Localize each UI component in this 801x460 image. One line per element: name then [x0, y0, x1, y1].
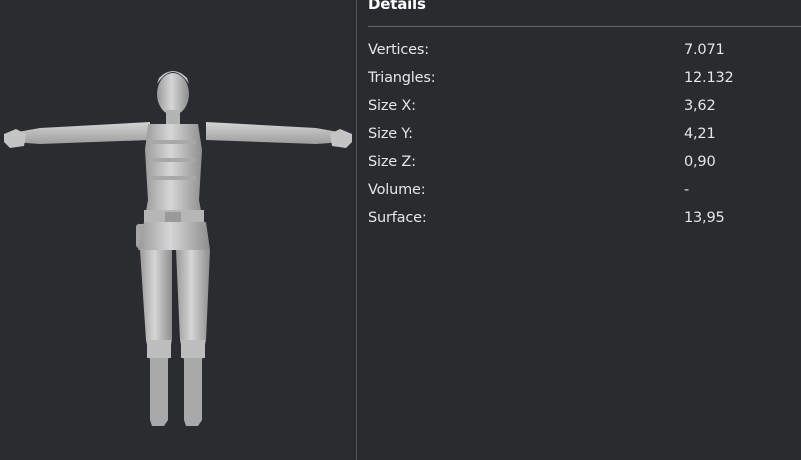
stat-value: 13,95: [684, 210, 725, 226]
stat-label: Triangles:: [368, 70, 436, 86]
stat-label: Size Z:: [368, 154, 416, 170]
details-title: Details: [368, 0, 426, 13]
stat-row-size-x: Size X: 3,62: [368, 98, 788, 118]
stat-value: -: [684, 182, 690, 198]
stat-value: 4,21: [684, 126, 716, 142]
t-pose-figure: [4, 71, 352, 426]
stat-label: Vertices:: [368, 42, 429, 58]
stat-row-size-z: Size Z: 0,90: [368, 154, 788, 174]
stat-value: 3,62: [684, 98, 716, 114]
3d-model-preview: [4, 71, 352, 426]
stat-label: Volume:: [368, 182, 426, 198]
stat-row-vertices: Vertices: 7.071: [368, 42, 788, 62]
model-viewport[interactable]: [0, 0, 356, 460]
stat-row-triangles: Triangles: 12.132: [368, 70, 788, 90]
stat-label: Surface:: [368, 210, 427, 226]
stat-label: Size Y:: [368, 126, 413, 142]
stat-value: 12.132: [684, 70, 734, 86]
stat-row-volume: Volume: -: [368, 182, 788, 202]
details-separator: [368, 26, 801, 27]
details-panel: Details Vertices: 7.071 Triangles: 12.13…: [357, 0, 801, 460]
stat-value: 7.071: [684, 42, 725, 58]
stat-label: Size X:: [368, 98, 416, 114]
stat-value: 0,90: [684, 154, 716, 170]
stat-row-surface: Surface: 13,95: [368, 210, 788, 230]
model-info-panel: Details Vertices: 7.071 Triangles: 12.13…: [0, 0, 801, 460]
stat-row-size-y: Size Y: 4,21: [368, 126, 788, 146]
